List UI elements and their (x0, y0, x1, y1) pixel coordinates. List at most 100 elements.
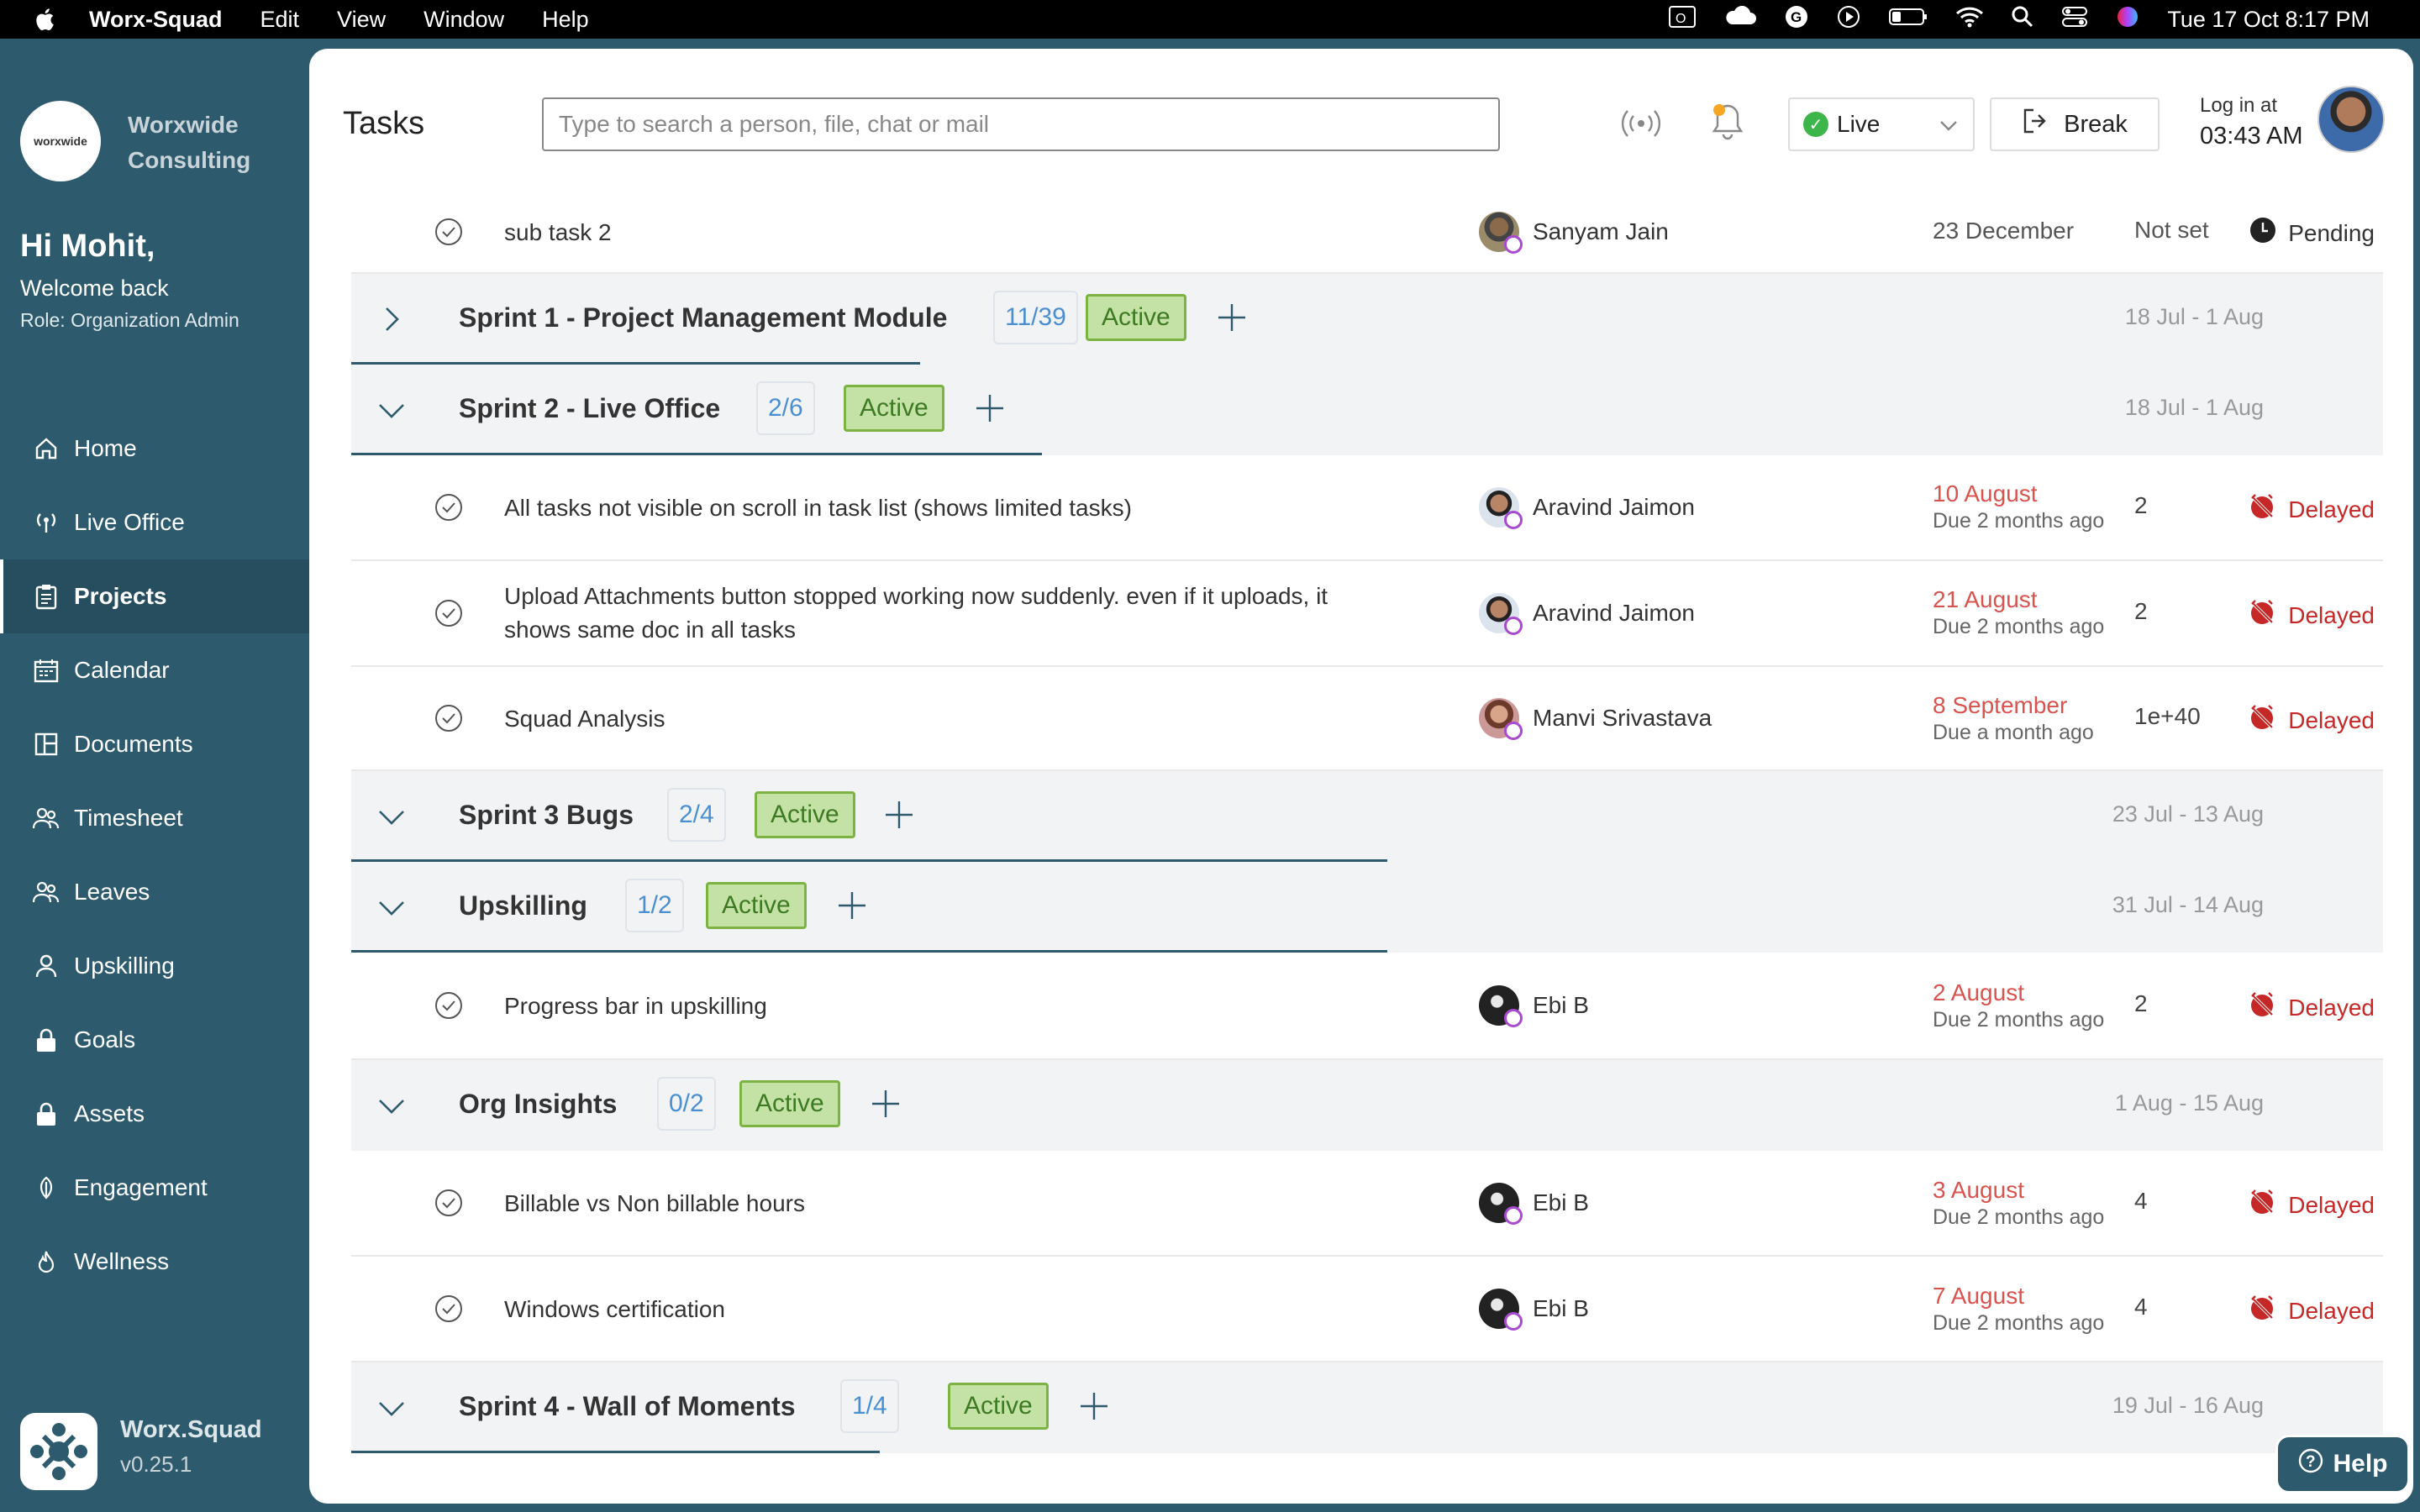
task-status: Delayed (2139, 1294, 2375, 1328)
sidebar-item-assets[interactable]: Assets (0, 1077, 309, 1151)
task-status: Delayed (2139, 492, 2375, 527)
sidebar-item-timesheet[interactable]: Timesheet (0, 781, 309, 855)
group-progress-bar (351, 1451, 880, 1453)
app-menu[interactable]: Worx-Squad (89, 7, 223, 33)
logout-icon (2022, 107, 2050, 142)
task-name[interactable]: sub task 2 (504, 216, 612, 249)
play-icon[interactable] (1836, 4, 1861, 35)
check-circle-icon[interactable] (434, 990, 464, 1021)
outlook-icon[interactable]: O (1668, 4, 1697, 35)
plus-icon[interactable] (1217, 302, 1247, 337)
task-date: 7 August Due 2 months ago (1933, 1283, 2104, 1336)
task-date-value: 23 December (1933, 218, 2075, 244)
task-row[interactable]: Windows certification Ebi B 7 August Due … (351, 1257, 2383, 1362)
chevron-down-icon (1938, 114, 1960, 142)
task-row[interactable]: Squad Analysis Manvi Srivastava 8 Septem… (351, 667, 2383, 771)
sidebar-item-home[interactable]: Home (0, 412, 309, 486)
chevron-down-icon[interactable] (376, 801, 407, 836)
sidebar-item-calendar[interactable]: Calendar (0, 633, 309, 707)
group-status-badge: Active (706, 882, 807, 929)
task-name[interactable]: Progress bar in upskilling (504, 990, 767, 1023)
task-status: Delayed (2139, 1188, 2375, 1222)
task-assignee: Ebi B (1479, 1183, 1589, 1225)
battery-icon[interactable] (1888, 7, 1928, 33)
broadcast-icon[interactable] (1620, 102, 1662, 149)
plus-icon[interactable] (1079, 1391, 1109, 1425)
plus-icon[interactable] (884, 800, 914, 834)
task-name[interactable]: Billable vs Non billable hours (504, 1187, 805, 1221)
task-row[interactable]: Upload Attachments button stopped workin… (351, 561, 2383, 667)
org-logo-text: worxwide (34, 134, 87, 148)
check-circle-icon[interactable] (434, 598, 464, 628)
task-name[interactable]: Upload Attachments button stopped workin… (504, 580, 1328, 647)
check-circle-icon[interactable] (434, 703, 464, 733)
sprint-group[interactable]: Sprint 1 - Project Management Module 11/… (351, 274, 2383, 365)
task-row[interactable]: Billable vs Non billable hours Ebi B 3 A… (351, 1151, 2383, 1257)
check-circle-icon[interactable] (434, 1188, 464, 1218)
menubar-datetime[interactable]: Tue 17 Oct 8:17 PM (2167, 7, 2370, 33)
sidebar-item-wellness[interactable]: Wellness (0, 1225, 309, 1299)
task-name[interactable]: All tasks not visible on scroll in task … (504, 491, 1132, 525)
chevron-down-icon[interactable] (376, 395, 407, 429)
check-circle-icon[interactable] (434, 492, 464, 522)
task-row[interactable]: sub task 2 Sanyam Jain 23 December Not s… (351, 192, 2383, 274)
group-name: Sprint 3 Bugs (459, 800, 634, 830)
chevron-down-icon[interactable] (376, 1090, 407, 1125)
task-row[interactable]: Progress bar in upskilling Ebi B 2 Augus… (351, 953, 2383, 1060)
window-menu[interactable]: Window (424, 7, 504, 33)
plus-icon[interactable] (871, 1089, 901, 1123)
apple-icon[interactable] (0, 8, 89, 31)
check-circle-icon[interactable] (434, 1294, 464, 1324)
sidebar-item-goals[interactable]: Goals (0, 1003, 309, 1077)
control-center-icon[interactable] (2061, 5, 2088, 34)
task-date-value: 21 August (1933, 586, 2038, 612)
siri-icon[interactable] (2115, 4, 2140, 35)
sidebar-item-leaves[interactable]: Leaves (0, 855, 309, 929)
edit-menu[interactable]: Edit (260, 7, 300, 33)
help-menu[interactable]: Help (542, 7, 589, 33)
sidebar-item-engagement[interactable]: Engagement (0, 1151, 309, 1225)
search-input[interactable]: Type to search a person, file, chat or m… (542, 97, 1500, 151)
sprint-group[interactable]: Sprint 4 - Wall of Moments 1/4 Active 19… (351, 1362, 2383, 1453)
lock-icon (32, 1026, 60, 1054)
sprint-group[interactable]: Sprint 2 - Live Office 2/6 Active 18 Jul… (351, 365, 2383, 455)
task-row[interactable]: All tasks not visible on scroll in task … (351, 455, 2383, 561)
sidebar-item-documents[interactable]: Documents (0, 707, 309, 781)
people-icon (32, 804, 60, 832)
chevron-down-icon[interactable] (376, 1393, 407, 1427)
task-due-text: Due a month ago (1933, 721, 2094, 744)
svg-text:?: ? (2306, 1453, 2316, 1471)
svg-text:O: O (1676, 12, 1686, 26)
task-name[interactable]: Windows certification (504, 1293, 725, 1326)
status-dropdown[interactable]: ✓ Live (1788, 97, 1975, 151)
people-icon (32, 878, 60, 906)
assignee-avatar (1479, 487, 1523, 529)
group-dates: 31 Jul - 14 Aug (2112, 892, 2264, 917)
sidebar-item-upskilling[interactable]: Upskilling (0, 929, 309, 1003)
group-count: 0/2 (657, 1077, 716, 1131)
task-date-value: 8 September (1933, 692, 2068, 718)
chevron-right-icon[interactable] (376, 304, 407, 339)
sprint-group[interactable]: Org Insights 0/2 Active 1 Aug - 15 Aug (351, 1060, 2383, 1151)
assignee-name: Ebi B (1533, 1189, 1589, 1215)
check-circle-icon[interactable] (434, 217, 464, 247)
group-name: Sprint 1 - Project Management Module (459, 302, 948, 333)
task-name[interactable]: Squad Analysis (504, 702, 665, 736)
help-button[interactable]: ? Help (2275, 1435, 2410, 1494)
break-button[interactable]: Break (1990, 97, 2160, 151)
view-menu[interactable]: View (337, 7, 386, 33)
plus-icon[interactable] (975, 393, 1005, 428)
chevron-down-icon[interactable] (376, 892, 407, 927)
task-assignee: Sanyam Jain (1479, 212, 1669, 254)
plus-icon[interactable] (837, 890, 867, 925)
sidebar-item-live-office[interactable]: Live Office (0, 486, 309, 559)
sprint-group[interactable]: Sprint 3 Bugs 2/4 Active 23 Jul - 13 Aug (351, 771, 2383, 862)
sprint-group[interactable]: Upskilling 1/2 Active 31 Jul - 14 Aug (351, 862, 2383, 953)
sidebar-item-label: Documents (74, 731, 193, 757)
wifi-icon[interactable] (1955, 6, 1984, 34)
user-avatar[interactable] (2317, 86, 2385, 153)
search-icon[interactable] (2011, 5, 2034, 34)
grammarly-icon[interactable]: G (1784, 4, 1809, 35)
sidebar-item-projects[interactable]: Projects (0, 559, 309, 633)
cloud-icon[interactable] (1723, 5, 1757, 34)
